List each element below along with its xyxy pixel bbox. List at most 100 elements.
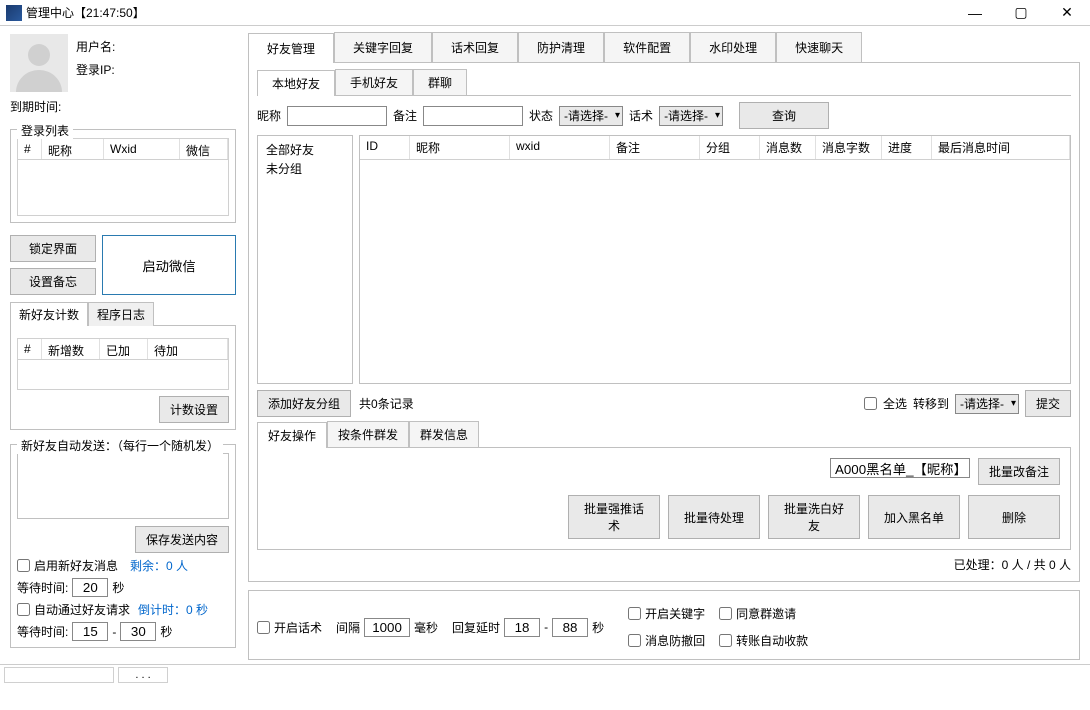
- blacklist-name-input[interactable]: [830, 458, 970, 478]
- save-send-content-button[interactable]: 保存发送内容: [135, 526, 229, 553]
- wait-time-input-1[interactable]: [72, 578, 108, 597]
- filter-status-select[interactable]: -请选择-: [559, 106, 623, 126]
- col-idx: #: [18, 139, 42, 159]
- interval-input[interactable]: [364, 618, 410, 637]
- wait-time-input-2a[interactable]: [72, 622, 108, 641]
- interval-label: 间隔: [336, 619, 360, 636]
- ops-tab-cond-send[interactable]: 按条件群发: [327, 421, 409, 447]
- count-table-body[interactable]: [17, 360, 229, 390]
- right-panel: 好友管理 关键字回复 话术回复 防护清理 软件配置 水印处理 快速聊天 本地好友…: [244, 26, 1090, 664]
- open-script-label: 开启话术: [274, 619, 322, 636]
- tab-script-reply[interactable]: 话术回复: [432, 32, 518, 62]
- add-friend-group-button[interactable]: 添加好友分组: [257, 390, 351, 417]
- auto-pass-friend-checkbox[interactable]: [17, 603, 30, 616]
- count-col-add: 新增数: [42, 339, 100, 359]
- wait-time-input-2b[interactable]: [120, 622, 156, 641]
- tree-all-friends[interactable]: 全部好友: [262, 140, 348, 159]
- enable-new-friend-msg-checkbox[interactable]: [17, 559, 30, 572]
- subtab-group-chat[interactable]: 群聊: [413, 69, 467, 95]
- set-memo-button[interactable]: 设置备忘: [10, 268, 96, 295]
- tree-ungrouped[interactable]: 未分组: [262, 159, 348, 178]
- count-col-idx: #: [18, 339, 42, 359]
- ops-tab-group-send[interactable]: 群发信息: [409, 421, 479, 447]
- subtab-local-friends[interactable]: 本地好友: [257, 70, 335, 96]
- tab-quick-chat[interactable]: 快速聊天: [776, 32, 862, 62]
- col-wxid: Wxid: [104, 139, 180, 159]
- window-controls: — ▢ ✕: [952, 0, 1090, 26]
- reply-delay-label: 回复延时: [452, 619, 500, 636]
- filter-script-label: 话术: [629, 107, 653, 124]
- tab-program-log[interactable]: 程序日志: [88, 302, 154, 326]
- tab-watermark[interactable]: 水印处理: [690, 32, 776, 62]
- select-all-label: 全选: [883, 395, 907, 412]
- filter-remark-input[interactable]: [423, 106, 523, 126]
- tab-friend-manage[interactable]: 好友管理: [248, 33, 334, 63]
- move-to-select[interactable]: -请选择-: [955, 394, 1019, 414]
- agree-group-checkbox[interactable]: [719, 607, 732, 620]
- countdown-label: 倒计时：0 秒: [138, 601, 208, 618]
- login-list-legend: 登录列表: [17, 122, 73, 139]
- filter-script-select[interactable]: -请选择-: [659, 106, 723, 126]
- delete-button[interactable]: 删除: [968, 495, 1060, 539]
- count-col-wait: 待加: [148, 339, 228, 359]
- login-table-body[interactable]: [17, 160, 229, 216]
- tab-new-friend-count[interactable]: 新好友计数: [10, 302, 88, 326]
- enable-new-friend-msg-label: 启用新好友消息: [34, 557, 118, 574]
- filter-row: 昵称 备注 状态 -请选择- 话术 -请选择- 查询: [257, 102, 1071, 129]
- anti-recall-checkbox[interactable]: [628, 634, 641, 647]
- group-tree[interactable]: 全部好友 未分组: [257, 135, 353, 384]
- minimize-button[interactable]: —: [952, 0, 998, 26]
- count-col-done: 已加: [100, 339, 148, 359]
- expire-label: 到期时间:: [10, 98, 236, 115]
- open-keyword-checkbox[interactable]: [628, 607, 641, 620]
- filter-nick-label: 昵称: [257, 107, 281, 124]
- app-icon: [6, 5, 22, 21]
- ops-tab-friend-ops[interactable]: 好友操作: [257, 422, 327, 448]
- add-blacklist-button[interactable]: 加入黑名单: [868, 495, 960, 539]
- wait-time-label-2: 等待时间:: [17, 623, 68, 640]
- batch-pending-button[interactable]: 批量待处理: [668, 495, 760, 539]
- batch-whiten-button[interactable]: 批量洗白好友: [768, 495, 860, 539]
- col-nick: 昵称: [42, 139, 104, 159]
- maximize-button[interactable]: ▢: [998, 0, 1044, 26]
- tab-protect-clean[interactable]: 防护清理: [518, 32, 604, 62]
- reply-delay-input-b[interactable]: [552, 618, 588, 637]
- record-count: 共0条记录: [359, 395, 414, 412]
- query-button[interactable]: 查询: [739, 102, 829, 129]
- lock-ui-button[interactable]: 锁定界面: [10, 235, 96, 262]
- bottom-bar: 开启话术 间隔 毫秒 回复延时 - 秒 开启关键字: [248, 590, 1080, 660]
- tab-keyword-reply[interactable]: 关键字回复: [334, 32, 432, 62]
- start-wechat-button[interactable]: 启动微信: [102, 235, 236, 295]
- auto-pass-friend-label: 自动通过好友请求: [34, 601, 130, 618]
- tab-software-config[interactable]: 软件配置: [604, 32, 690, 62]
- count-setting-button[interactable]: 计数设置: [159, 396, 229, 423]
- anti-recall-label: 消息防撤回: [645, 632, 705, 649]
- ops-area: 批量改备注 批量强推话术 批量待处理 批量洗白好友 加入黑名单 删除: [257, 448, 1071, 550]
- auto-collect-label: 转账自动收款: [736, 632, 808, 649]
- friend-grid-body[interactable]: [360, 160, 1070, 383]
- batch-remark-button[interactable]: 批量改备注: [978, 458, 1060, 485]
- titlebar: 管理中心【21:47:50】 — ▢ ✕: [0, 0, 1090, 26]
- username-label: 用户名:: [76, 38, 115, 55]
- filter-remark-label: 备注: [393, 107, 417, 124]
- subtab-phone-friends[interactable]: 手机好友: [335, 69, 413, 95]
- col-wx: 微信: [180, 139, 228, 159]
- reply-delay-input-a[interactable]: [504, 618, 540, 637]
- close-button[interactable]: ✕: [1044, 0, 1090, 26]
- submit-button[interactable]: 提交: [1025, 390, 1071, 417]
- status-segment-2: . . .: [118, 667, 168, 683]
- ops-tabs: 好友操作 按条件群发 群发信息: [257, 421, 1071, 448]
- auto-send-legend: 新好友自动发送：（每行一个随机发）: [17, 437, 223, 454]
- filter-nick-input[interactable]: [287, 106, 387, 126]
- move-to-label: 转移到: [913, 395, 949, 412]
- open-script-checkbox[interactable]: [257, 621, 270, 634]
- login-list-group: 登录列表 # 昵称 Wxid 微信: [10, 129, 236, 223]
- select-all-checkbox[interactable]: [864, 397, 877, 410]
- auto-collect-checkbox[interactable]: [719, 634, 732, 647]
- auto-send-textarea[interactable]: [17, 453, 229, 519]
- batch-push-button[interactable]: 批量强推话术: [568, 495, 660, 539]
- login-ip-label: 登录IP:: [76, 61, 115, 78]
- status-segment-1: [4, 667, 114, 683]
- window-title: 管理中心【21:47:50】: [26, 4, 145, 21]
- open-keyword-label: 开启关键字: [645, 605, 705, 622]
